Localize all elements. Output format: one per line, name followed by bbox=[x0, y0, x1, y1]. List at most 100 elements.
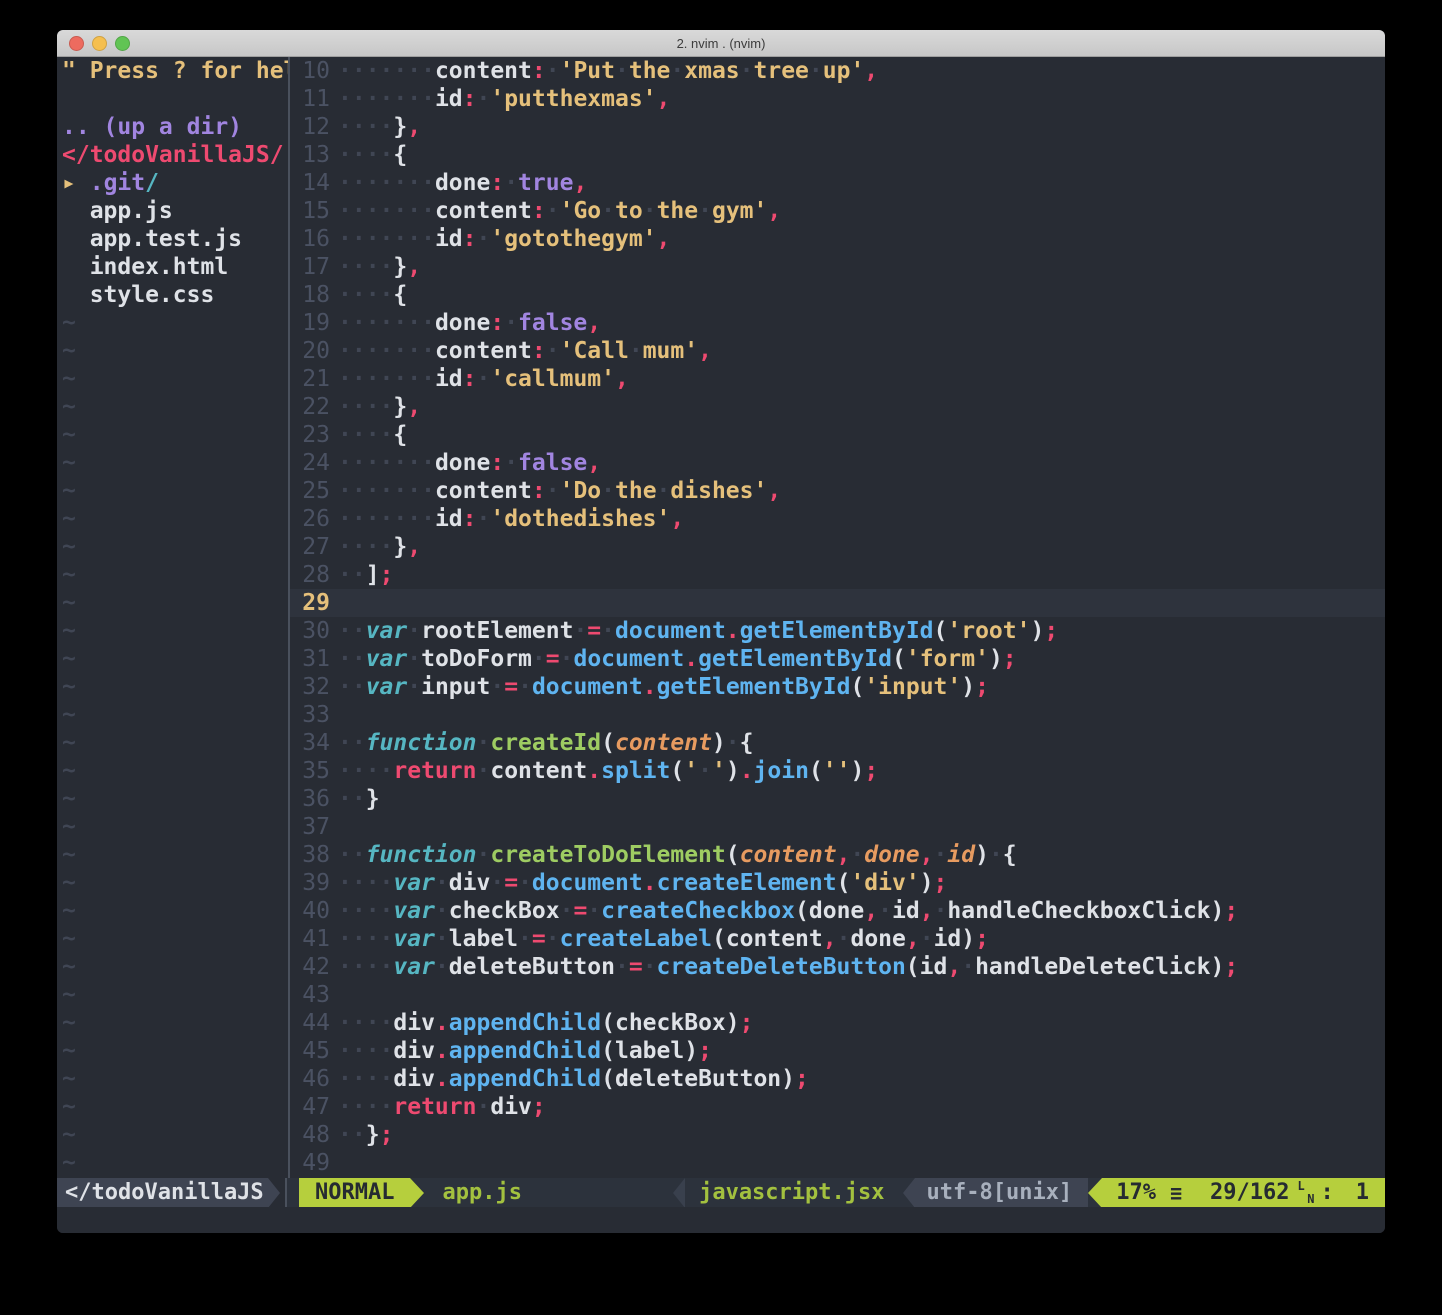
code-line[interactable]: 45····div.appendChild(label); bbox=[290, 1037, 1385, 1065]
code-text: ··} bbox=[338, 785, 380, 813]
code-line[interactable]: 43 bbox=[290, 981, 1385, 1009]
code-line[interactable]: 12····}, bbox=[290, 113, 1385, 141]
code-line[interactable]: 32··var·input·=·document.getElementById(… bbox=[290, 673, 1385, 701]
code-line[interactable]: 38··function·createToDoElement(content,·… bbox=[290, 841, 1385, 869]
code-token: ···· bbox=[338, 254, 393, 280]
code-token: </todoVanillaJS/ bbox=[62, 142, 284, 168]
code-line[interactable]: 49 bbox=[290, 1149, 1385, 1177]
code-line[interactable]: 27····}, bbox=[290, 533, 1385, 561]
code-line[interactable]: 21·······id:·'callmum', bbox=[290, 365, 1385, 393]
code-line[interactable]: 10·······content:·'Put·the·xmas·tree·up'… bbox=[290, 57, 1385, 85]
code-line[interactable]: 17····}, bbox=[290, 253, 1385, 281]
code-token: ~ bbox=[62, 646, 76, 672]
line-number: 46 bbox=[290, 1065, 330, 1093]
code-line[interactable]: 28··]; bbox=[290, 561, 1385, 589]
code-line[interactable]: 15·······content:·'Go·to·the·gym', bbox=[290, 197, 1385, 225]
code-token: ( bbox=[837, 870, 851, 896]
code-line[interactable]: 39····var·div·=·document.createElement('… bbox=[290, 869, 1385, 897]
code-line-cursor[interactable]: 29 bbox=[290, 589, 1385, 617]
code-token: document bbox=[532, 674, 643, 700]
code-line[interactable]: 46····div.appendChild(deleteButton); bbox=[290, 1065, 1385, 1093]
code-text: ····var·checkBox·=·createCheckbox(done,·… bbox=[338, 897, 1238, 925]
code-line[interactable]: 33 bbox=[290, 701, 1385, 729]
line-number: 26 bbox=[290, 505, 330, 533]
status-netrw-path: </todoVanillaJS bbox=[57, 1178, 268, 1207]
code-line[interactable]: 44····div.appendChild(checkBox); bbox=[290, 1009, 1385, 1037]
code-line[interactable]: 34··function·createId(content)·{ bbox=[290, 729, 1385, 757]
code-line[interactable]: 24·······done:·false, bbox=[290, 449, 1385, 477]
code-token: · bbox=[518, 926, 532, 952]
code-line[interactable]: 35····return·content.split('·').join('')… bbox=[290, 757, 1385, 785]
editor[interactable]: 10·······content:·'Put·the·xmas·tree·up'… bbox=[290, 57, 1385, 1178]
code-token: : bbox=[490, 310, 504, 336]
netrw-file-indexhtml[interactable]: index.html bbox=[62, 253, 288, 281]
file-explorer[interactable]: " Press ? for help.. (up a dir)</todoVan… bbox=[57, 57, 288, 1178]
code-line[interactable]: 25·······content:·'Do·the·dishes', bbox=[290, 477, 1385, 505]
netrw-file-apptestjs[interactable]: app.test.js bbox=[62, 225, 288, 253]
code-line[interactable]: 14·······done:·true, bbox=[290, 169, 1385, 197]
line-number: 47 bbox=[290, 1093, 330, 1121]
code-token: ~ bbox=[62, 870, 76, 896]
netrw-file-appjs[interactable]: app.js bbox=[62, 197, 288, 225]
code-line[interactable]: 19·······done:·false, bbox=[290, 309, 1385, 337]
line-number: 21 bbox=[290, 365, 330, 393]
code-line[interactable]: 47····return·div; bbox=[290, 1093, 1385, 1121]
code-line[interactable]: 48··}; bbox=[290, 1121, 1385, 1149]
netrw-dir-git[interactable]: ▸ .git/ bbox=[62, 169, 288, 197]
netrw-up-dir[interactable]: .. (up a dir) bbox=[62, 113, 288, 141]
code-token: ···· bbox=[338, 534, 393, 560]
code-token: ······· bbox=[338, 58, 435, 84]
code-token: ~ bbox=[62, 1038, 76, 1064]
empty-line-tilde: ~ bbox=[62, 701, 288, 729]
code-line[interactable]: 31··var·toDoForm·=·document.getElementBy… bbox=[290, 645, 1385, 673]
code-token: ·· bbox=[338, 674, 366, 700]
code-line[interactable]: 20·······content:·'Call·mum', bbox=[290, 337, 1385, 365]
code-token: , bbox=[920, 842, 934, 868]
code-token: rootElement bbox=[421, 618, 573, 644]
code-line[interactable]: 26·······id:·'dothedishes', bbox=[290, 505, 1385, 533]
code-token: gym' bbox=[712, 198, 767, 224]
code-token: ······· bbox=[338, 478, 435, 504]
code-token: ······· bbox=[338, 450, 435, 476]
code-token: , bbox=[587, 310, 601, 336]
code-token: . bbox=[740, 758, 754, 784]
code-token: up' bbox=[823, 58, 865, 84]
code-line[interactable]: 23····{ bbox=[290, 421, 1385, 449]
code-line[interactable]: 22····}, bbox=[290, 393, 1385, 421]
code-line[interactable]: 37 bbox=[290, 813, 1385, 841]
code-token: ] bbox=[366, 562, 380, 588]
code-token: , bbox=[864, 898, 878, 924]
line-number: 45 bbox=[290, 1037, 330, 1065]
code-token: ; bbox=[1224, 954, 1238, 980]
code-line[interactable]: 11·······id:·'putthexmas', bbox=[290, 85, 1385, 113]
empty-line-tilde: ~ bbox=[62, 337, 288, 365]
netrw-file-stylecss[interactable]: style.css bbox=[62, 281, 288, 309]
code-token: ·· bbox=[338, 646, 366, 672]
code-token: , bbox=[407, 254, 421, 280]
code-line[interactable]: 16·······id:·'gotothegym', bbox=[290, 225, 1385, 253]
code-line[interactable]: 30··var·rootElement·=·document.getElemen… bbox=[290, 617, 1385, 645]
code-token: ( bbox=[809, 758, 823, 784]
code-token: div bbox=[393, 1066, 435, 1092]
code-line[interactable]: 40····var·checkBox·=·createCheckbox(done… bbox=[290, 897, 1385, 925]
code-token: ···· bbox=[338, 142, 393, 168]
netrw-tree-root[interactable]: </todoVanillaJS/ bbox=[62, 141, 288, 169]
code-line[interactable]: 13····{ bbox=[290, 141, 1385, 169]
code-token: div bbox=[393, 1010, 435, 1036]
code-line[interactable]: 42····var·deleteButton·=·createDeleteBut… bbox=[290, 953, 1385, 981]
code-token: ; bbox=[795, 1066, 809, 1092]
code-token: , bbox=[767, 478, 781, 504]
code-line[interactable]: 36··} bbox=[290, 785, 1385, 813]
code-text: ··var·rootElement·=·document.getElementB… bbox=[338, 617, 1058, 645]
code-line[interactable]: 18····{ bbox=[290, 281, 1385, 309]
code-token: ) bbox=[1210, 954, 1224, 980]
code-token: ~ bbox=[62, 1122, 76, 1148]
code-text: ·······id:·'gotothegym', bbox=[338, 225, 670, 253]
code-token: ( bbox=[906, 954, 920, 980]
code-line[interactable]: 41····var·label·=·createLabel(content,·d… bbox=[290, 925, 1385, 953]
code-token: div bbox=[449, 870, 491, 896]
code-token: ~ bbox=[62, 338, 76, 364]
code-token: ( bbox=[601, 1038, 615, 1064]
code-token: createCheckbox bbox=[601, 898, 795, 924]
code-token: createElement bbox=[657, 870, 837, 896]
